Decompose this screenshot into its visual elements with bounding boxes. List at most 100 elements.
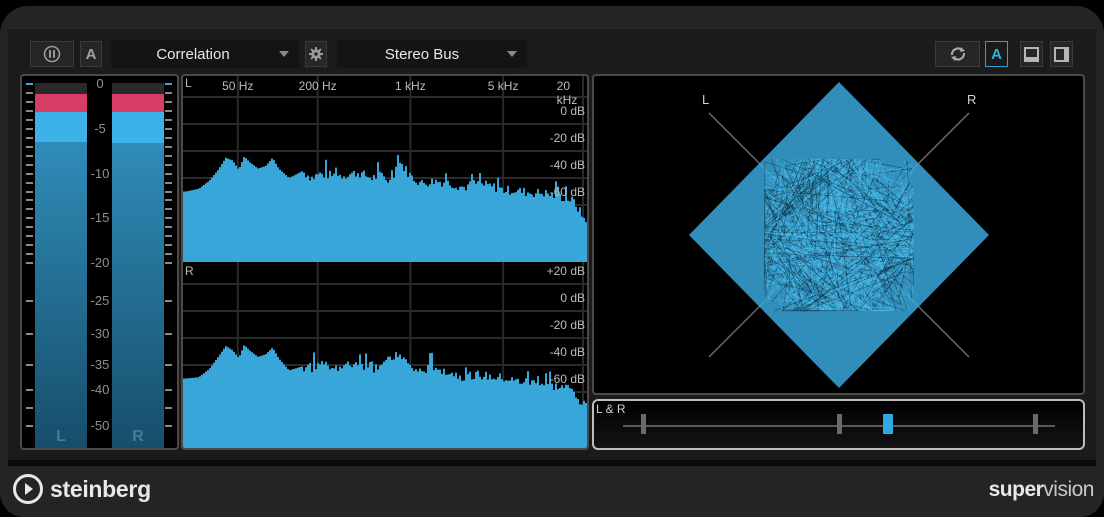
sync-button[interactable] — [935, 41, 980, 67]
pause-circle-icon — [43, 45, 61, 63]
vectorscope-plot — [689, 82, 989, 388]
meter-tick — [26, 235, 33, 237]
spectrum-bar — [461, 186, 463, 264]
meter-scale-label: -30 — [90, 326, 110, 341]
correlation-tick — [1032, 414, 1038, 434]
meter-tick — [26, 244, 33, 246]
spectrum-bar — [221, 163, 223, 264]
settings-button[interactable] — [305, 41, 327, 67]
spectrum-bar — [505, 191, 507, 264]
spectrum-bar — [403, 170, 405, 264]
vectorscope-label-left: L — [702, 92, 710, 107]
spectrum-bar — [231, 349, 233, 448]
spectrum-bar — [335, 167, 337, 264]
spectrum-bar — [243, 157, 245, 264]
spectrum-bar — [241, 162, 243, 264]
module-select-value: Correlation — [156, 45, 230, 63]
split-bottom-icon — [1024, 46, 1039, 62]
spectrum-bar — [417, 184, 419, 264]
meter-tick — [165, 101, 172, 103]
spectrum-bar — [259, 356, 261, 448]
spectrum-bar — [369, 362, 371, 448]
spectrum-bar — [563, 388, 565, 448]
spectrum-right: R +20 dB 0 dB -20 dB -40 dB -60 dB — [181, 262, 589, 450]
spectrum-bar — [371, 180, 373, 264]
spectrum-bar — [463, 187, 465, 264]
layout-right-button[interactable] — [1050, 41, 1073, 67]
spectrum-bar — [483, 376, 485, 448]
meter-tick — [165, 146, 172, 148]
spectrum-bar — [559, 193, 561, 264]
module-select[interactable]: Correlation — [111, 40, 299, 68]
spectrum-bar — [553, 197, 555, 264]
meter-tick — [165, 262, 172, 264]
spectrum-bar — [187, 191, 189, 264]
spectrum-bar — [239, 355, 241, 448]
spectrum-bar — [353, 170, 355, 264]
spectrum-channel-label: R — [185, 264, 194, 278]
spectrum-bar — [441, 186, 443, 264]
spectrum-bar — [325, 159, 327, 264]
meter-scale-label: -5 — [94, 121, 106, 136]
channel-select[interactable]: Stereo Bus — [337, 40, 527, 68]
spectrum-bar — [527, 192, 529, 264]
spectrum-bar — [399, 354, 401, 448]
spectrum-bar — [395, 352, 397, 448]
meter-tick — [165, 333, 172, 335]
spectrum-bar — [395, 166, 397, 264]
spectrum-bar — [379, 365, 381, 448]
vectorscope-trace-area — [689, 82, 989, 388]
meter-tick — [165, 364, 172, 366]
spectrum-bar — [479, 376, 481, 448]
meter-tick — [165, 226, 172, 228]
spectrum-bar — [341, 368, 343, 448]
spectrum-bar — [497, 177, 499, 264]
spectrum-bar — [227, 347, 229, 448]
spectrum-bar — [573, 199, 575, 264]
spectrum-bar — [397, 155, 399, 264]
spectrum-bar — [279, 169, 281, 264]
spectrum-bar — [489, 374, 491, 448]
meter-tick — [165, 92, 172, 94]
spectrum-bar — [219, 354, 221, 448]
spectrum-bar — [327, 365, 329, 448]
spectrum-bar — [539, 193, 541, 264]
meter-tick — [26, 181, 33, 184]
spectrum-bar — [203, 373, 205, 448]
spectrum-bar — [313, 352, 315, 448]
spectrum-bar — [457, 189, 459, 264]
spectrum-bar — [315, 369, 317, 448]
steinberg-logo — [12, 473, 44, 510]
auto-active-button[interactable]: A — [985, 41, 1008, 67]
pause-button[interactable] — [30, 41, 74, 67]
spectrum-bar — [475, 183, 477, 264]
layout-bottom-button[interactable] — [1020, 41, 1043, 67]
auto-button[interactable]: A — [80, 41, 102, 67]
spectrum-bar — [193, 377, 195, 448]
spectrum-bar — [363, 369, 365, 448]
spectrum-bar — [495, 191, 497, 264]
spectrum-bar — [407, 363, 409, 448]
meter-scale-label: -20 — [90, 255, 110, 270]
meter-tick — [165, 137, 172, 139]
vectorscope: L R — [592, 74, 1085, 395]
spectrum-bar — [427, 186, 429, 264]
spectrum-bar — [305, 367, 307, 448]
spectrum-bar — [439, 181, 441, 264]
spectrum-bar — [383, 361, 385, 448]
spectrum-bar — [249, 162, 251, 264]
spectrum-bar — [449, 373, 451, 448]
spectrum-bar — [199, 187, 201, 264]
spectrum-bar — [245, 158, 247, 264]
spectrum-bar — [473, 180, 475, 264]
spectrum-bar — [251, 163, 253, 264]
spectrum-bar — [269, 160, 271, 264]
spectrum-bar — [217, 357, 219, 448]
spectrum-bar — [475, 371, 477, 448]
spectrum-bar — [321, 360, 323, 448]
spectrum-bar — [257, 356, 259, 448]
spectrum-bar — [207, 370, 209, 448]
spectrum-bar — [265, 354, 267, 448]
meter-tick — [26, 253, 33, 255]
spectrum-bar — [233, 162, 235, 264]
